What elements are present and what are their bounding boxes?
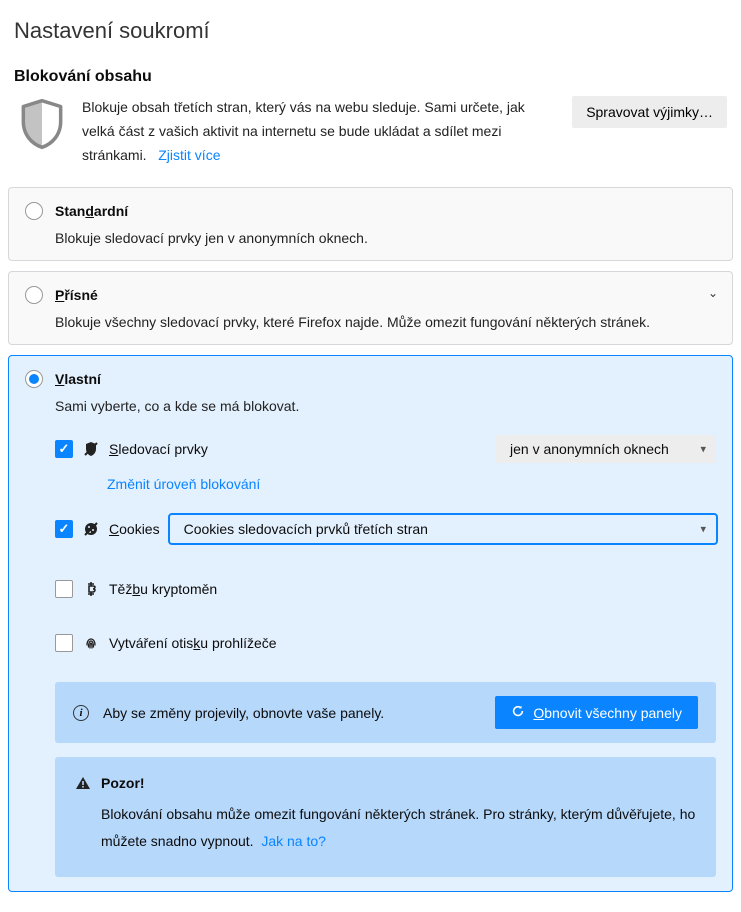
warning-panel: Pozor! Blokování obsahu může omezit fung…	[55, 757, 716, 876]
cookies-dropdown[interactable]: Cookies sledovacích prvků třetích stran	[170, 515, 716, 543]
trackers-dropdown[interactable]: jen v anonymních oknech	[496, 435, 716, 463]
warning-title: Pozor!	[101, 775, 145, 791]
reload-all-tabs-button[interactable]: Obnovit všechny panely	[495, 696, 698, 729]
info-icon: i	[73, 705, 89, 721]
option-standard-title: Standardní	[55, 203, 128, 219]
fingerprint-icon	[83, 635, 99, 651]
option-custom-desc: Sami vyberte, co a kde se má blokovat.	[55, 398, 716, 414]
cookies-label: Cookies	[109, 521, 160, 537]
cryptominer-icon	[83, 581, 99, 597]
option-strict-title: Přísné	[55, 287, 98, 303]
learn-more-link[interactable]: Zjistit více	[158, 147, 220, 163]
fingerprinting-label: Vytváření otisku prohlížeče	[109, 635, 277, 651]
option-custom[interactable]: Vlastní Sami vyberte, co a kde se má blo…	[8, 355, 733, 891]
option-standard[interactable]: Standardní Blokuje sledovací prvky jen v…	[8, 187, 733, 261]
cookies-icon	[83, 521, 99, 537]
trackers-icon	[83, 441, 99, 457]
warning-body-text: Blokování obsahu může omezit fungování n…	[101, 806, 695, 849]
option-standard-desc: Blokuje sledovací prvky jen v anonymních…	[55, 230, 716, 246]
reload-notice: i Aby se změny projevily, obnovte vaše p…	[55, 682, 716, 743]
checkbox-cookies[interactable]	[55, 520, 73, 538]
page-title: Nastavení soukromí	[14, 18, 733, 44]
intro-text: Blokuje obsah třetích stran, který vás n…	[82, 96, 560, 167]
option-custom-title: Vlastní	[55, 371, 101, 387]
section-title: Blokování obsahu	[14, 68, 733, 86]
trackers-label: Sledovací prvky	[109, 441, 208, 457]
option-strict-desc: Blokuje všechny sledovací prvky, které F…	[55, 314, 716, 330]
radio-strict[interactable]	[25, 286, 43, 304]
radio-standard[interactable]	[25, 202, 43, 220]
reload-icon	[511, 704, 525, 721]
option-strict[interactable]: ⌄ Přísné Blokuje všechny sledovací prvky…	[8, 271, 733, 345]
checkbox-fingerprinting[interactable]	[55, 634, 73, 652]
radio-custom[interactable]	[25, 370, 43, 388]
how-to-link[interactable]: Jak na to?	[261, 833, 326, 849]
cryptominers-label: Těžbu kryptoměn	[109, 581, 217, 597]
shield-icon	[14, 96, 70, 152]
checkbox-trackers[interactable]	[55, 440, 73, 458]
change-block-level-link[interactable]: Změnit úroveň blokování	[107, 476, 260, 492]
checkbox-cryptominers[interactable]	[55, 580, 73, 598]
warning-icon	[75, 775, 91, 791]
manage-exceptions-button[interactable]: Spravovat výjimky…	[572, 96, 727, 128]
chevron-down-icon[interactable]: ⌄	[708, 286, 718, 300]
